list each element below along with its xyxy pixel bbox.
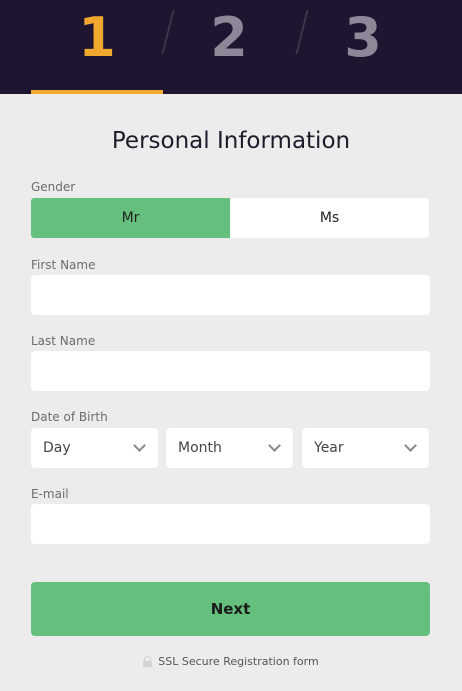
ssl-notice: SSL Secure Registration form xyxy=(0,655,462,668)
first-name-input[interactable] xyxy=(31,275,430,315)
last-name-input[interactable] xyxy=(31,351,430,391)
gender-option-mr[interactable]: Mr xyxy=(31,198,230,238)
date-of-birth-label: Date of Birth xyxy=(31,410,108,424)
step-header: 1 2 3 xyxy=(0,0,462,94)
last-name-label: Last Name xyxy=(31,334,96,348)
chevron-down-icon xyxy=(404,439,417,452)
chevron-down-icon xyxy=(133,439,146,452)
gender-label: Gender xyxy=(31,180,76,194)
year-select-value: Year xyxy=(314,440,344,456)
email-input[interactable] xyxy=(31,504,430,544)
day-select[interactable]: Day xyxy=(31,428,158,468)
active-step-indicator xyxy=(31,90,163,94)
gender-option-ms[interactable]: Ms xyxy=(230,198,429,238)
form-title: Personal Information xyxy=(111,128,351,154)
day-select-value: Day xyxy=(43,440,71,456)
step-2[interactable]: 2 xyxy=(163,8,295,94)
email-label: E-mail xyxy=(31,487,69,501)
ssl-notice-text: SSL Secure Registration form xyxy=(158,655,319,668)
month-select-value: Month xyxy=(178,440,222,456)
year-select[interactable]: Year xyxy=(302,428,429,468)
chevron-down-icon xyxy=(268,439,281,452)
lock-icon xyxy=(143,656,153,667)
next-button[interactable]: Next xyxy=(31,582,430,636)
gender-toggle: Mr Ms xyxy=(31,198,429,238)
step-1[interactable]: 1 xyxy=(31,8,163,94)
month-select[interactable]: Month xyxy=(166,428,293,468)
first-name-label: First Name xyxy=(31,258,96,272)
step-3[interactable]: 3 xyxy=(297,8,429,94)
